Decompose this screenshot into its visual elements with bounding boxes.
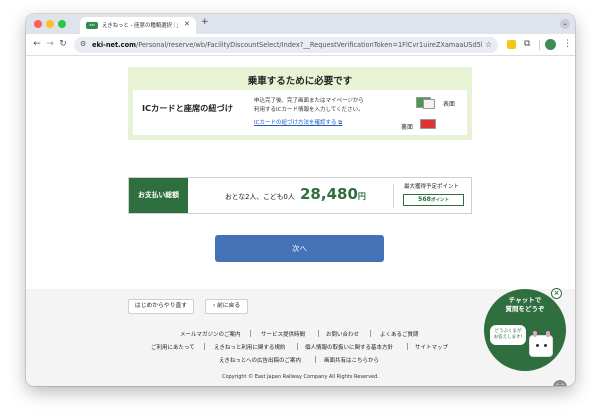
arrow-left-icon[interactable]: ← (32, 39, 42, 50)
maximize-window-button[interactable] (58, 20, 66, 28)
close-window-button[interactable] (34, 20, 42, 28)
next-button[interactable]: 次へ (215, 235, 384, 262)
reload-icon[interactable]: ↻ (58, 39, 68, 50)
requirement-panel: 乗車するために必要です ICカードと座席の紐づけ 申込完了後、完了画面またはマイ… (128, 67, 472, 140)
footer-link[interactable]: 画面共有はこちらから (324, 356, 379, 364)
requirement-description: 申込完了後、完了画面またはマイページから 利用するICカード情報を入力してくださ… (254, 97, 394, 115)
chat-title-line: 質問をどうぞ (505, 304, 545, 313)
chat-close-icon[interactable]: × (551, 288, 562, 299)
footer-link[interactable]: メールマガジンのご案内 (180, 330, 241, 338)
back-button[interactable]: ‹ 前に戻る (205, 299, 248, 314)
browser-tab[interactable]: eki えきねっと - 座席の種類選択｜JR東日本 ✕ (80, 17, 196, 34)
arrow-right-icon[interactable]: → (45, 39, 55, 50)
footer-separator (318, 330, 319, 337)
chat-speech-bubble: どうぶくまが お答えします! (490, 325, 526, 345)
toolbar-divider (539, 40, 540, 50)
passenger-count: おとな2人、こども0人 (225, 193, 295, 201)
mascot-ear (546, 331, 550, 337)
footer-link[interactable]: えきねっと利用に関する規約 (214, 343, 285, 351)
requirement-title: 乗車するために必要です (247, 76, 353, 87)
footer-separator (315, 356, 316, 363)
description-line: 申込完了後、完了画面またはマイページから (254, 98, 364, 104)
ic-card-back-icon (420, 119, 436, 129)
payment-summary: お支払い総額 おとな2人、こども0人 28,480円 最大獲得予定ポイント 56… (128, 177, 472, 214)
eki-favicon-icon: eki (86, 22, 98, 29)
star-icon[interactable]: ☆ (485, 40, 492, 49)
tune-icon[interactable]: ⚙ (80, 40, 86, 48)
mascot-ear (533, 331, 537, 337)
ic-card-front-overlay-icon (423, 99, 435, 109)
tab-strip: eki えきねっと - 座席の種類選択｜JR東日本 ✕ + ⌄ (26, 14, 575, 34)
kebab-icon[interactable]: ⋮ (563, 39, 572, 49)
address-bar[interactable]: ⚙ eki-net.com/Personal/reserve/wb/Facili… (74, 37, 498, 53)
points-label: 最大獲得予定ポイント (404, 184, 460, 190)
ic-card-link-box: ICカードと座席の紐づけ 申込完了後、完了画面またはマイページから 利用するIC… (133, 90, 467, 135)
tab-title: えきねっと - 座席の種類選択｜JR東日本 (102, 23, 178, 29)
chat-widget[interactable]: チャットで 質問をどうぞ どうぶくまが お答えします! (484, 289, 566, 371)
payment-total-amount: 28,480円 (300, 185, 366, 203)
payment-divider (393, 184, 394, 208)
ic-card-howto-link[interactable]: ICカードの紐づけ方法を確認する ⧉ (254, 118, 342, 127)
extension-icon[interactable] (507, 40, 516, 49)
footer-link[interactable]: お問い合わせ (326, 330, 359, 338)
url-text[interactable]: eki-net.com/Personal/reserve/wb/Facility… (92, 41, 482, 49)
mascot-eye (536, 344, 539, 347)
mascot-icon (529, 331, 553, 357)
restart-button[interactable]: はじめからやり直す (128, 299, 194, 314)
page-content: 乗車するために必要です ICカードと座席の紐づけ 申込完了後、完了画面またはマイ… (26, 56, 575, 386)
ic-card-label: ICカードと座席の紐づけ (142, 103, 233, 113)
footer-separator (370, 330, 371, 337)
tab-search-icon[interactable]: ⌄ (560, 19, 570, 29)
back-label: 裏面 (401, 124, 414, 131)
footer-link[interactable]: ご利用にあたって (151, 343, 195, 351)
footer-separator (407, 343, 408, 350)
payment-total-label: お支払い総額 (129, 178, 188, 213)
profile-avatar[interactable] (545, 39, 556, 50)
footer-link[interactable]: サービス提供時間 (261, 330, 305, 338)
minimize-window-button[interactable] (46, 20, 54, 28)
description-line: 利用するICカード情報を入力してください。 (254, 107, 364, 113)
footer-link[interactable]: サイトマップ (415, 343, 448, 351)
external-link-icon: ⧉ (338, 120, 343, 126)
browser-toolbar: ← → ↻ ⚙ eki-net.com/Personal/reserve/wb/… (26, 34, 575, 56)
browser-window: eki えきねっと - 座席の種類選択｜JR東日本 ✕ + ⌄ ← → ↻ ⚙ … (26, 14, 575, 386)
puzzle-icon[interactable]: ⧉ (524, 39, 530, 49)
points-badge: 568ポイント (403, 194, 464, 206)
footer-separator (250, 330, 251, 337)
tab-close-icon[interactable]: ✕ (184, 20, 190, 28)
mascot-eye (544, 344, 547, 347)
new-tab-button[interactable]: + (201, 17, 209, 27)
footer-separator (204, 343, 205, 350)
footer-link[interactable]: よくあるご質問 (380, 330, 419, 338)
copyright-text: Copyright © East Japan Railway Company A… (222, 374, 379, 380)
footer-link[interactable]: えきねっとへの広告出稿のご案内 (219, 356, 301, 364)
footer-link[interactable]: 個人情報の取扱いに関する基本方針 (305, 343, 393, 351)
bubble-line: お答えします! (493, 335, 523, 340)
footer-separator (297, 343, 298, 350)
front-label: 表面 (443, 101, 456, 108)
